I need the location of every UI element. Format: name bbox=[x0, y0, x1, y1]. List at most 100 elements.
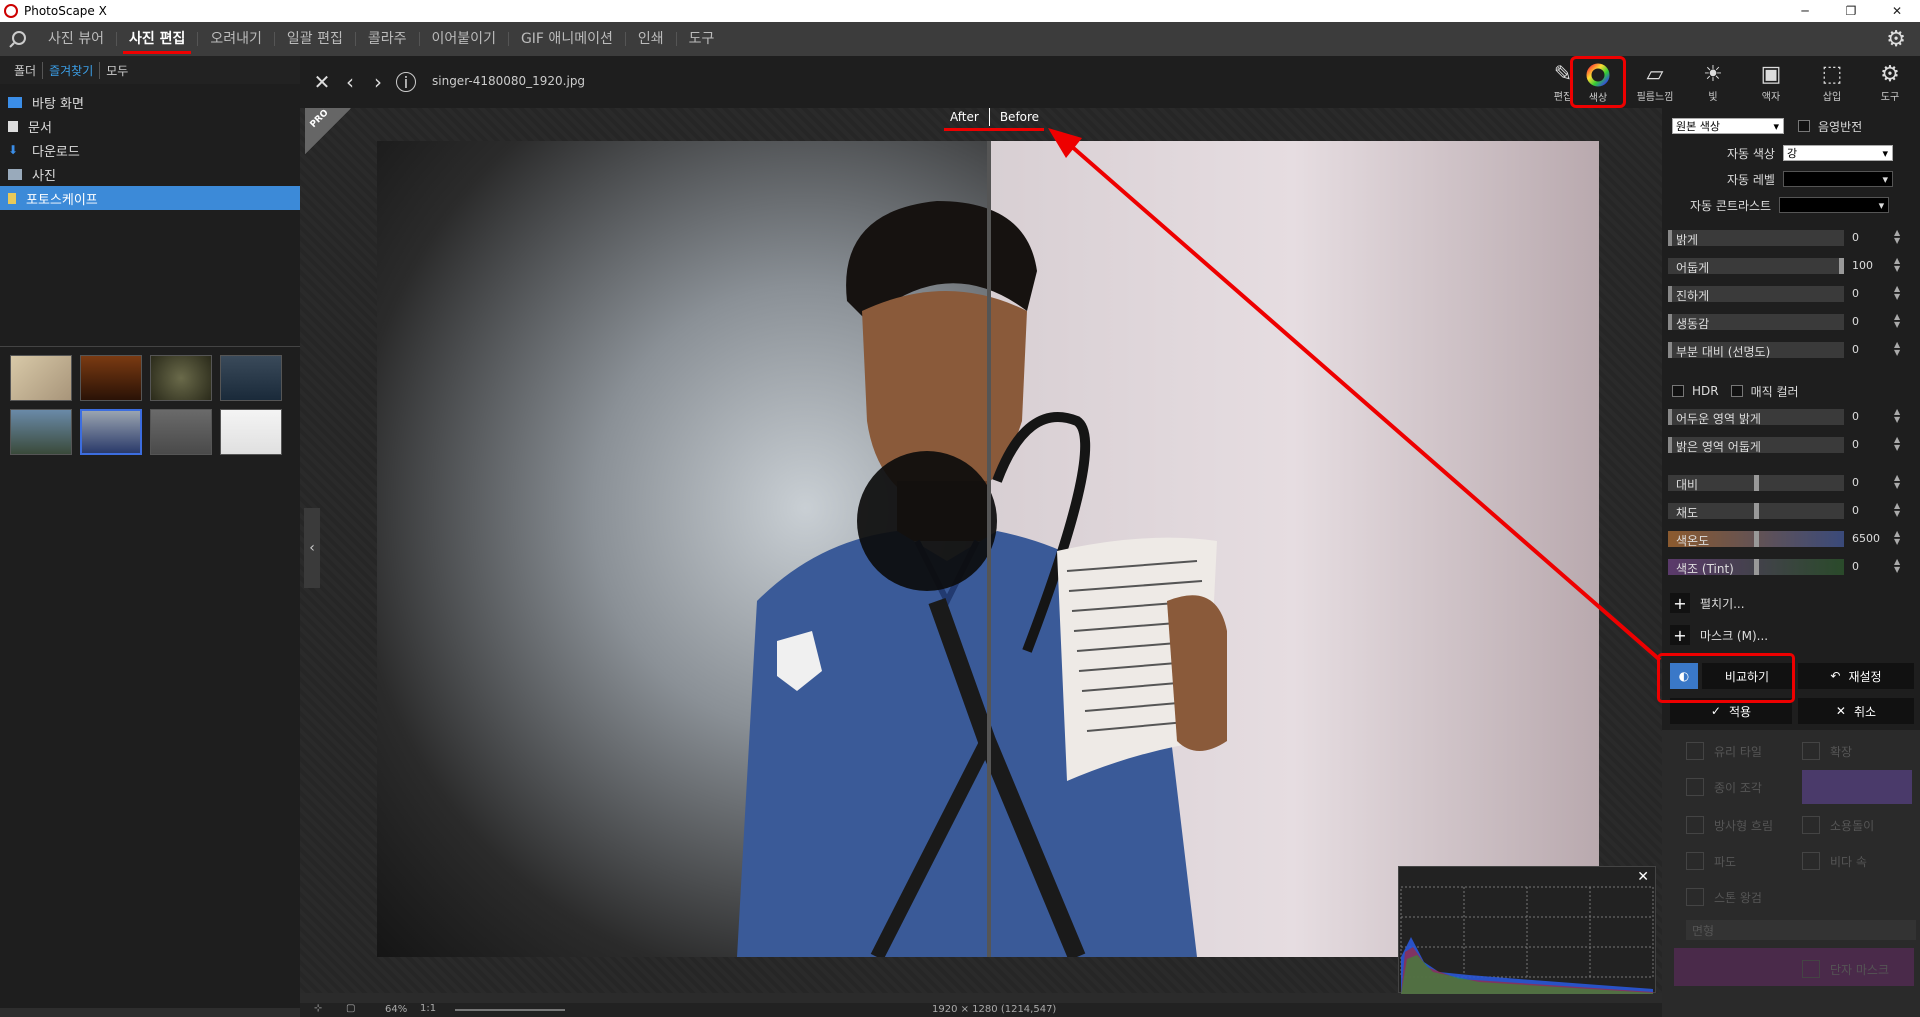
bg-tool-label: 방사형 흐림 bbox=[1714, 818, 1774, 833]
info-icon[interactable]: i bbox=[396, 72, 416, 92]
tool-film[interactable]: ▱ 필름느낌 bbox=[1628, 62, 1682, 106]
tool-label: 필름느낌 bbox=[1636, 92, 1674, 103]
slider-value[interactable]: 0 bbox=[1852, 504, 1859, 517]
expand-button[interactable]: + 펼치기... bbox=[1670, 592, 1745, 614]
tab-tools[interactable]: 도구 bbox=[677, 32, 727, 46]
main-menu-bar: 사진 뷰어 사진 편집 오려내기 일괄 편집 콜라주 이어붙이기 GIF 애니메… bbox=[0, 22, 1920, 56]
slider-value[interactable]: 0 bbox=[1852, 476, 1859, 489]
auto-color-dropdown[interactable]: 강 ▾ bbox=[1782, 145, 1893, 161]
next-icon[interactable]: › bbox=[364, 70, 392, 94]
invert-checkbox[interactable] bbox=[1798, 120, 1810, 132]
tree-item-pictures[interactable]: 사진 bbox=[0, 162, 300, 186]
slider-value[interactable]: 0 bbox=[1852, 287, 1859, 300]
slider-value[interactable]: 100 bbox=[1852, 259, 1873, 272]
slider-value[interactable]: 0 bbox=[1852, 560, 1859, 573]
tool-label: 빛 bbox=[1708, 92, 1718, 103]
slider-darken[interactable]: 어둡게 100 ▲ ▼ bbox=[1668, 256, 1912, 276]
subtab-favorites[interactable]: 즐겨찾기 bbox=[43, 61, 101, 79]
tab-cutout[interactable]: 오려내기 bbox=[198, 32, 275, 46]
tab-photo-edit[interactable]: 사진 편집 bbox=[117, 32, 199, 54]
thumbnail[interactable] bbox=[80, 355, 142, 401]
collapse-left-panel-button[interactable]: ‹ bbox=[304, 508, 320, 588]
thumbnail[interactable] bbox=[220, 409, 282, 455]
slider-deepen[interactable]: 진하게 0 ▲ ▼ bbox=[1668, 284, 1912, 304]
spinner-icon[interactable]: ▲ ▼ bbox=[1894, 474, 1900, 490]
auto-level-dropdown[interactable]: ▾ bbox=[1782, 171, 1893, 187]
glass-tile-icon bbox=[1686, 742, 1704, 760]
slider-brighten[interactable]: 밝게 0 ▲ ▼ bbox=[1668, 228, 1912, 248]
slider-value[interactable]: 0 bbox=[1852, 438, 1859, 451]
thumbnail[interactable] bbox=[150, 409, 212, 455]
slider-value[interactable]: 6500 bbox=[1852, 532, 1880, 545]
compare-divider[interactable] bbox=[987, 141, 991, 957]
spinner-icon[interactable]: ▲ ▼ bbox=[1894, 408, 1900, 424]
hdr-checkbox[interactable] bbox=[1672, 385, 1684, 397]
photo-compare-view[interactable] bbox=[377, 141, 1599, 957]
tree-item-downloads[interactable]: ⬇ 다운로드 bbox=[0, 138, 300, 162]
spinner-icon[interactable]: ▲ ▼ bbox=[1894, 257, 1900, 273]
tree-item-photoscape[interactable]: 포토스케이프 bbox=[0, 186, 300, 210]
spinner-icon[interactable]: ▲ ▼ bbox=[1894, 229, 1900, 245]
home-logo-icon[interactable] bbox=[0, 22, 36, 56]
mask-button[interactable]: + 마스크 (M)... bbox=[1670, 624, 1768, 646]
tab-collage[interactable]: 콜라주 bbox=[356, 32, 420, 46]
tab-gif-animation[interactable]: GIF 애니메이션 bbox=[509, 32, 626, 46]
slider-temperature[interactable]: 색온도 6500 ▲ ▼ bbox=[1668, 529, 1912, 549]
spinner-icon[interactable]: ▲ ▼ bbox=[1894, 530, 1900, 546]
tab-photo-viewer[interactable]: 사진 뷰어 bbox=[36, 32, 117, 46]
slider-value[interactable]: 0 bbox=[1852, 410, 1859, 423]
spinner-icon[interactable]: ▲ ▼ bbox=[1894, 558, 1900, 574]
magic-color-checkbox[interactable] bbox=[1730, 385, 1743, 397]
spinner-icon[interactable]: ▲ ▼ bbox=[1894, 341, 1900, 357]
slider-value[interactable]: 0 bbox=[1852, 315, 1859, 328]
previous-icon[interactable]: ‹ bbox=[336, 70, 364, 94]
tab-print[interactable]: 인쇄 bbox=[626, 32, 677, 46]
frame-toggle-icon[interactable]: ▢ bbox=[346, 1003, 355, 1014]
slider-saturation[interactable]: 채도 0 ▲ ▼ bbox=[1668, 501, 1912, 521]
tree-item-desktop[interactable]: 바탕 화면 bbox=[0, 90, 300, 114]
spinner-icon[interactable]: ▲ ▼ bbox=[1894, 313, 1900, 329]
slider-contrast[interactable]: 대비 0 ▲ ▼ bbox=[1668, 473, 1912, 493]
tab-combine[interactable]: 이어붙이기 bbox=[420, 32, 509, 46]
slider-shadows[interactable]: 어두운 영역 밝게 0 ▲ ▼ bbox=[1668, 407, 1912, 427]
tab-batch-edit[interactable]: 일괄 편집 bbox=[275, 32, 356, 46]
source-color-dropdown[interactable]: 원본 색상 ▾ bbox=[1672, 118, 1784, 134]
close-image-icon[interactable]: ✕ bbox=[308, 70, 336, 94]
minimize-button[interactable]: ─ bbox=[1782, 0, 1828, 22]
thumbnail[interactable] bbox=[10, 355, 72, 401]
subtab-folder[interactable]: 폴더 bbox=[8, 61, 44, 79]
bg-tool-label: 스톤 왕검 bbox=[1714, 890, 1762, 905]
cancel-button[interactable]: ✕ 취소 bbox=[1798, 698, 1914, 724]
thumbnail[interactable] bbox=[150, 355, 212, 401]
spinner-icon[interactable]: ▲ ▼ bbox=[1894, 502, 1900, 518]
zoom-reset-button[interactable]: 1:1 bbox=[420, 1003, 436, 1014]
thumbnail-selected[interactable] bbox=[80, 409, 142, 455]
auto-contrast-dropdown[interactable]: ▾ bbox=[1779, 197, 1890, 213]
tool-insert[interactable]: ⬚ 삽입 bbox=[1805, 62, 1859, 106]
spinner-icon[interactable]: ▲ ▼ bbox=[1894, 436, 1900, 452]
thumbnail[interactable] bbox=[10, 409, 72, 455]
tool-color[interactable]: 색상 bbox=[1570, 56, 1626, 108]
tool-frame[interactable]: ▣ 액자 bbox=[1744, 62, 1798, 106]
close-histogram-icon[interactable]: ✕ bbox=[1637, 869, 1649, 885]
slider-highlights[interactable]: 밝은 영역 어둡게 0 ▲ ▼ bbox=[1668, 435, 1912, 455]
close-window-button[interactable]: ✕ bbox=[1874, 0, 1920, 22]
tree-item-documents[interactable]: 문서 bbox=[0, 114, 300, 138]
pro-badge-text: PRO bbox=[308, 107, 331, 131]
slider-tint[interactable]: 색조 (Tint) 0 ▲ ▼ bbox=[1668, 557, 1912, 577]
thumbnail[interactable] bbox=[220, 355, 282, 401]
maximize-button[interactable]: ❐ bbox=[1828, 0, 1874, 22]
tool-tools[interactable]: ⚙ 도구 bbox=[1863, 62, 1917, 106]
reset-button[interactable]: ↶ 재설정 bbox=[1798, 663, 1914, 689]
settings-gear-icon[interactable]: ⚙ bbox=[1886, 27, 1906, 52]
slider-clarity[interactable]: 부분 대비 (선명도) 0 ▲ ▼ bbox=[1668, 340, 1912, 360]
slider-vibrance[interactable]: 생동감 0 ▲ ▼ bbox=[1668, 312, 1912, 332]
slider-label: 대비 bbox=[1676, 478, 1699, 492]
tool-light[interactable]: ☀ 빛 bbox=[1686, 62, 1740, 106]
zoom-slider[interactable] bbox=[455, 1009, 565, 1011]
slider-value[interactable]: 0 bbox=[1852, 343, 1859, 356]
fit-icon[interactable]: ⊹ bbox=[314, 1003, 322, 1014]
slider-value[interactable]: 0 bbox=[1852, 231, 1859, 244]
spinner-icon[interactable]: ▲ ▼ bbox=[1894, 285, 1900, 301]
subtab-all[interactable]: 모두 bbox=[100, 62, 134, 79]
